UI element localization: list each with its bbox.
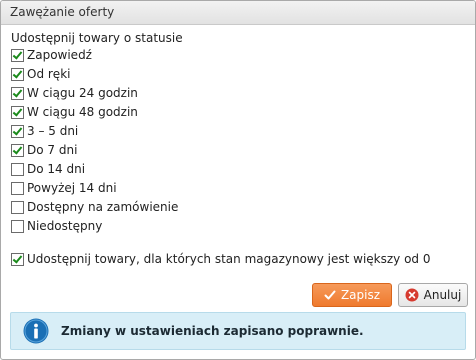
status-option-14-days[interactable]: Do 14 dni (11, 161, 85, 177)
dialog-titlebar: Zawężanie oferty (1, 1, 475, 25)
status-checkbox[interactable] (11, 86, 24, 100)
checkmark-icon (324, 289, 336, 301)
save-button[interactable]: Zapisz (312, 283, 392, 307)
status-option-3-5-days[interactable]: 3 – 5 dni (11, 123, 78, 139)
settings-dialog: Zawężanie oferty Udostępnij towary o sta… (0, 0, 476, 360)
status-checkbox[interactable] (11, 67, 24, 81)
success-message-text: Zmiany w ustawieniach zapisano poprawnie… (61, 324, 364, 338)
status-checkbox[interactable] (11, 48, 24, 62)
status-checkbox[interactable] (11, 124, 24, 138)
status-option-label: Do 7 dni (27, 143, 78, 157)
status-checkbox[interactable] (11, 219, 24, 233)
status-option-label: W ciągu 48 godzin (27, 105, 138, 119)
info-icon (23, 318, 49, 344)
close-icon (405, 288, 419, 302)
status-checkbox[interactable] (11, 143, 24, 157)
status-checkbox[interactable] (11, 181, 24, 195)
status-section-label: Udostępnij towary o statusie (11, 31, 183, 45)
status-option-7-days[interactable]: Do 7 dni (11, 142, 77, 158)
status-option-zapowiedz[interactable]: Zapowiedź (11, 47, 92, 63)
status-checkbox[interactable] (11, 162, 24, 176)
status-option-label: Do 14 dni (27, 162, 86, 176)
status-option-od-reki[interactable]: Od ręki (11, 66, 70, 82)
status-option-label: W ciągu 24 godzin (27, 86, 138, 100)
status-option-label: Powyżej 14 dni (27, 181, 117, 195)
stock-option-label: Udostępnij towary, dla których stan maga… (27, 252, 431, 266)
status-option-48h[interactable]: W ciągu 48 godzin (11, 104, 138, 120)
dialog-title: Zawężanie oferty (10, 5, 115, 19)
status-option-24h[interactable]: W ciągu 24 godzin (11, 85, 138, 101)
status-option-on-order[interactable]: Dostępny na zamówienie (11, 199, 178, 215)
status-checkbox[interactable] (11, 105, 24, 119)
status-option-label: Niedostępny (27, 219, 103, 233)
status-option-label: 3 – 5 dni (27, 124, 79, 138)
status-option-over-14-days[interactable]: Powyżej 14 dni (11, 180, 117, 196)
status-option-unavailable[interactable]: Niedostępny (11, 218, 102, 234)
stock-option[interactable]: Udostępnij towary, dla których stan maga… (11, 251, 431, 267)
status-checkbox[interactable] (11, 200, 24, 214)
cancel-button[interactable]: Anuluj (398, 283, 468, 307)
status-option-label: Dostępny na zamówienie (27, 200, 179, 214)
status-option-label: Od ręki (27, 67, 71, 81)
status-option-label: Zapowiedź (27, 48, 92, 62)
save-button-label: Zapisz (340, 288, 381, 302)
cancel-button-label: Anuluj (423, 288, 462, 302)
stock-checkbox[interactable] (11, 252, 24, 266)
success-message: Zmiany w ustawieniach zapisano poprawnie… (10, 312, 466, 350)
